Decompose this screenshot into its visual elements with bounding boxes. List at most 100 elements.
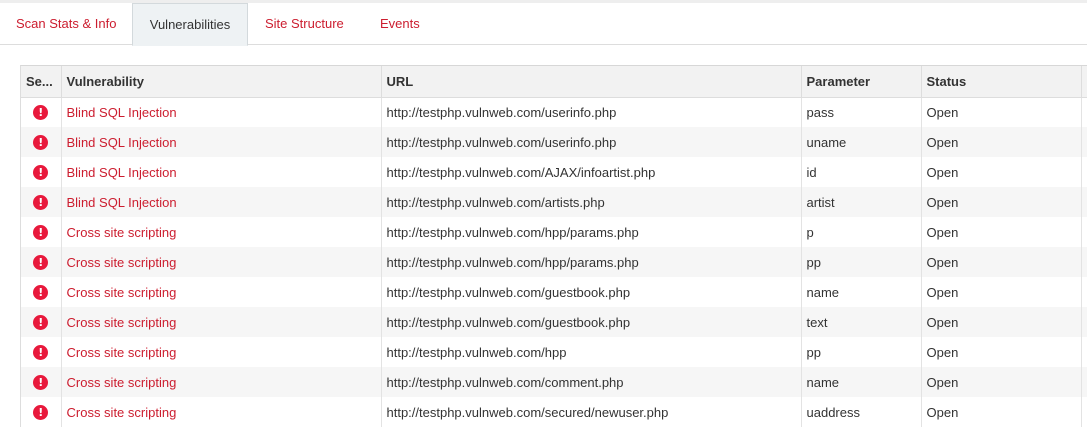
severity-cell: ! — [21, 277, 62, 307]
table-row[interactable]: ! Blind SQL Injection http://testphp.vul… — [21, 187, 1087, 217]
spacer-cell — [1081, 337, 1087, 367]
url-cell: http://testphp.vulnweb.com/AJAX/infoarti… — [381, 157, 802, 187]
tab-scan-stats[interactable]: Scan Stats & Info — [0, 3, 132, 45]
vulnerability-cell: Cross site scripting — [61, 397, 382, 427]
header-vulnerability[interactable]: Vulnerability — [61, 66, 382, 98]
parameter-cell: uname — [801, 127, 922, 157]
url-cell: http://testphp.vulnweb.com/userinfo.php — [381, 127, 802, 157]
parameter-cell: pass — [801, 97, 922, 127]
status-cell: Open — [921, 187, 1082, 217]
url-cell: http://testphp.vulnweb.com/artists.php — [381, 187, 802, 217]
severity-cell: ! — [21, 337, 62, 367]
spacer-cell — [1081, 97, 1087, 127]
table-row[interactable]: ! Blind SQL Injection http://testphp.vul… — [21, 127, 1087, 157]
vulnerability-cell: Cross site scripting — [61, 277, 382, 307]
vulnerability-link[interactable]: Cross site scripting — [67, 255, 177, 270]
exclamation-circle-icon: ! — [33, 195, 49, 211]
status-cell: Open — [921, 307, 1082, 337]
table-row[interactable]: ! Cross site scripting http://testphp.vu… — [21, 367, 1087, 397]
severity-cell: ! — [21, 157, 62, 187]
severity-cell: ! — [21, 307, 62, 337]
tab-vulnerabilities[interactable]: Vulnerabilities — [132, 3, 248, 46]
header-spacer — [1081, 66, 1087, 98]
vulnerability-cell: Cross site scripting — [61, 337, 382, 367]
vulnerability-link[interactable]: Blind SQL Injection — [67, 105, 177, 120]
exclamation-circle-icon: ! — [33, 345, 49, 361]
parameter-cell: uaddress — [801, 397, 922, 427]
table-row[interactable]: ! Blind SQL Injection http://testphp.vul… — [21, 97, 1087, 127]
spacer-cell — [1081, 307, 1087, 337]
severity-cell: ! — [21, 397, 62, 427]
url-cell: http://testphp.vulnweb.com/comment.php — [381, 367, 802, 397]
table-row[interactable]: ! Blind SQL Injection http://testphp.vul… — [21, 157, 1087, 187]
status-cell: Open — [921, 127, 1082, 157]
vulnerability-link[interactable]: Cross site scripting — [67, 315, 177, 330]
table-row[interactable]: ! Cross site scripting http://testphp.vu… — [21, 247, 1087, 277]
url-cell: http://testphp.vulnweb.com/secured/newus… — [381, 397, 802, 427]
status-cell: Open — [921, 397, 1082, 427]
parameter-cell: p — [801, 217, 922, 247]
exclamation-circle-icon: ! — [33, 285, 49, 301]
table-row[interactable]: ! Cross site scripting http://testphp.vu… — [21, 217, 1087, 247]
spacer-cell — [1081, 277, 1087, 307]
vulnerability-link[interactable]: Cross site scripting — [67, 345, 177, 360]
table-row[interactable]: ! Cross site scripting http://testphp.vu… — [21, 277, 1087, 307]
vulnerability-link[interactable]: Cross site scripting — [67, 375, 177, 390]
vulnerabilities-table: Se... Vulnerability URL Parameter Status… — [21, 66, 1087, 427]
url-cell: http://testphp.vulnweb.com/hpp/params.ph… — [381, 217, 802, 247]
vulnerability-link[interactable]: Cross site scripting — [67, 225, 177, 240]
parameter-cell: artist — [801, 187, 922, 217]
vulnerability-cell: Cross site scripting — [61, 247, 382, 277]
status-cell: Open — [921, 337, 1082, 367]
severity-cell: ! — [21, 217, 62, 247]
status-cell: Open — [921, 217, 1082, 247]
vulnerability-cell: Blind SQL Injection — [61, 187, 382, 217]
parameter-cell: text — [801, 307, 922, 337]
vulnerability-link[interactable]: Cross site scripting — [67, 285, 177, 300]
spacer-cell — [1081, 157, 1087, 187]
vulnerability-link[interactable]: Blind SQL Injection — [67, 135, 177, 150]
severity-cell: ! — [21, 187, 62, 217]
vulnerability-link[interactable]: Blind SQL Injection — [67, 165, 177, 180]
url-cell: http://testphp.vulnweb.com/guestbook.php — [381, 307, 802, 337]
exclamation-circle-icon: ! — [33, 315, 49, 331]
spacer-cell — [1081, 127, 1087, 157]
parameter-cell: pp — [801, 337, 922, 367]
spacer-cell — [1081, 247, 1087, 277]
status-cell: Open — [921, 247, 1082, 277]
spacer-cell — [1081, 187, 1087, 217]
spacer-cell — [1081, 397, 1087, 427]
exclamation-circle-icon: ! — [33, 375, 49, 391]
table-header-row: Se... Vulnerability URL Parameter Status — [21, 66, 1087, 98]
vulnerability-cell: Cross site scripting — [61, 217, 382, 247]
vulnerability-cell: Cross site scripting — [61, 367, 382, 397]
url-cell: http://testphp.vulnweb.com/hpp — [381, 337, 802, 367]
spacer-cell — [1081, 367, 1087, 397]
url-cell: http://testphp.vulnweb.com/userinfo.php — [381, 97, 802, 127]
tab-events[interactable]: Events — [364, 3, 436, 45]
vulnerability-link[interactable]: Blind SQL Injection — [67, 195, 177, 210]
tab-site-structure[interactable]: Site Structure — [249, 3, 360, 45]
spacer-cell — [1081, 217, 1087, 247]
table-row[interactable]: ! Cross site scripting http://testphp.vu… — [21, 307, 1087, 337]
header-severity[interactable]: Se... — [21, 66, 62, 98]
severity-cell: ! — [21, 247, 62, 277]
parameter-cell: name — [801, 367, 922, 397]
exclamation-circle-icon: ! — [33, 165, 49, 181]
exclamation-circle-icon: ! — [33, 105, 49, 121]
parameter-cell: name — [801, 277, 922, 307]
vulnerability-cell: Cross site scripting — [61, 307, 382, 337]
severity-cell: ! — [21, 367, 62, 397]
table-row[interactable]: ! Cross site scripting http://testphp.vu… — [21, 397, 1087, 427]
url-cell: http://testphp.vulnweb.com/hpp/params.ph… — [381, 247, 802, 277]
status-cell: Open — [921, 157, 1082, 187]
table-row[interactable]: ! Cross site scripting http://testphp.vu… — [21, 337, 1087, 367]
header-parameter[interactable]: Parameter — [801, 66, 922, 98]
status-cell: Open — [921, 367, 1082, 397]
header-url[interactable]: URL — [381, 66, 802, 98]
vulnerability-link[interactable]: Cross site scripting — [67, 405, 177, 420]
parameter-cell: pp — [801, 247, 922, 277]
status-cell: Open — [921, 277, 1082, 307]
status-cell: Open — [921, 97, 1082, 127]
header-status[interactable]: Status — [921, 66, 1082, 98]
